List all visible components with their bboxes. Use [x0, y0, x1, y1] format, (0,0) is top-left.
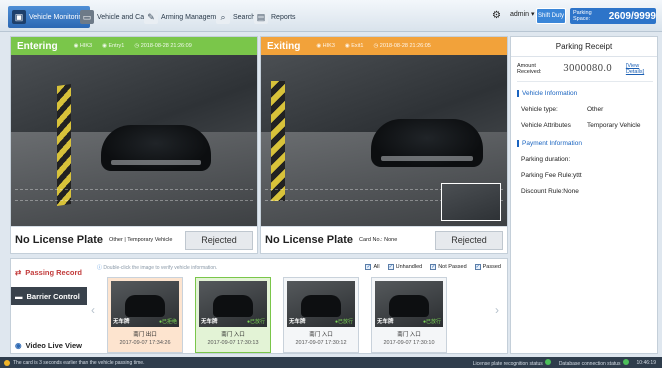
record-time: 2017-09-07 17:30:13: [207, 340, 259, 346]
lane-name: ◉ Exit1: [344, 43, 364, 49]
search-icon: ⌕: [216, 10, 230, 24]
tab-video-live-view[interactable]: ◉ Video Live View: [11, 337, 87, 353]
capture-time: ◷ 2018-08-28 21:26:09: [134, 43, 192, 49]
checkbox-icon: ✓: [474, 264, 481, 270]
checkbox-icon: ✓: [365, 264, 372, 270]
record-gate: 南门 入口: [309, 332, 333, 338]
record-plate: 无车牌: [289, 319, 306, 325]
fee-rule-row: Parking Fee Rule:yttt: [521, 172, 582, 179]
camera-name: ◉ HIK3: [73, 43, 93, 49]
record-plate: 无车牌: [201, 319, 218, 325]
record-status: ●已拒绝: [158, 319, 177, 325]
lpr-status: License plate recognition status: [473, 359, 551, 367]
entering-camera-view[interactable]: [11, 55, 257, 227]
record-time: 2017-09-07 17:30:10: [383, 340, 435, 346]
record-status: ●已放行: [246, 319, 265, 325]
exiting-title: Exiting: [267, 40, 301, 52]
discount-rule-row: Discount Rule:None: [521, 188, 579, 195]
record-gate: 南门 出口: [133, 332, 157, 338]
card-info: Card No.: None: [359, 237, 398, 243]
lane-name: ◉ Entry1: [102, 43, 125, 49]
record-gate: 南门 入口: [397, 332, 421, 338]
exit-thumbnail[interactable]: [441, 183, 501, 221]
passing-record-icon: ⇄: [15, 267, 22, 277]
view-details-link[interactable]: [View Details]: [626, 63, 657, 75]
parking-space-value: 2609/9999: [608, 10, 656, 22]
db-status: Database connection status: [559, 359, 629, 367]
nav-reports[interactable]: ▤ Reports: [250, 6, 300, 28]
entering-plate-row: No License Plate Other | Temporary Vehic…: [11, 226, 257, 253]
chevron-right-icon[interactable]: ›: [495, 303, 499, 317]
records-area: ⇄ Passing Record ▬ Barrier Control ◉ Vid…: [10, 258, 508, 354]
record-plate: 无车牌: [377, 319, 394, 325]
record-time: 2017-09-07 17:34:26: [119, 340, 171, 346]
car-card-icon: ▭: [80, 10, 94, 24]
monitor-icon: ▣: [12, 10, 26, 24]
entering-header: Entering ◉ HIK3 ◉ Entry1 ◷ 2018-08-28 21…: [11, 37, 257, 55]
check-icon: [544, 359, 551, 365]
parking-space-label: Parking Space:: [573, 10, 592, 22]
entering-title: Entering: [17, 40, 58, 52]
exiting-camera-view[interactable]: [261, 55, 507, 227]
record-card[interactable]: 无车牌 ●已放行 南门 入口 2017-09-07 17:30:13: [195, 277, 271, 353]
record-filters: ✓ All ✓ Unhandled ✓ Not Passed ✓ Passed: [365, 264, 501, 270]
info-icon: ⓘ: [97, 265, 103, 271]
exiting-header: Exiting ◉ HIK3 ◉ Exit1 ◷ 2018-08-28 21:2…: [261, 37, 507, 55]
record-card[interactable]: 无车牌 ●已放行 南门 入口 2017-09-07 17:30:12: [283, 277, 359, 353]
amount-value: 3000080.0: [563, 64, 612, 74]
record-gate: 南门 入口: [221, 332, 245, 338]
payment-info-heading: Payment Information: [517, 140, 582, 147]
capture-time: ◷ 2018-08-28 21:26:05: [373, 43, 431, 49]
plate-number: No License Plate: [15, 234, 104, 246]
nav-label: Reports: [271, 13, 296, 21]
tab-barrier-control[interactable]: ▬ Barrier Control: [11, 287, 87, 305]
double-click-hint: ⓘ Double-click the image to verify vehic…: [97, 265, 218, 271]
status-bar: The card is 3 seconds earlier than the v…: [0, 357, 662, 368]
warning-icon: [4, 359, 10, 366]
parking-duration-row: Parking duration:: [521, 156, 571, 163]
receipt-title: Parking Receipt: [511, 37, 657, 57]
top-toolbar: ▣ Vehicle Monitoring ▭ Vehicle and Card …: [0, 0, 662, 32]
gear-icon[interactable]: ⚙: [492, 10, 501, 21]
parking-receipt-panel: Parking Receipt Amount Received: 3000080…: [510, 36, 658, 354]
arming-icon: ✎: [144, 10, 158, 24]
vehicle-info-heading: Vehicle Information: [517, 90, 577, 97]
tab-passing-record[interactable]: ⇄ Passing Record: [11, 263, 87, 281]
plate-number: No License Plate: [265, 234, 354, 246]
vehicle-type-row: Vehicle type: Other: [521, 106, 604, 113]
camera-name: ◉ HIK3: [316, 43, 335, 49]
checkbox-icon: ✓: [387, 264, 394, 270]
filter-unhandled[interactable]: ✓ Unhandled: [387, 264, 422, 270]
filter-passed[interactable]: ✓ Passed: [474, 264, 501, 270]
user-name: admin: [510, 11, 530, 18]
rejected-button[interactable]: Rejected: [185, 230, 253, 250]
rejected-button[interactable]: Rejected: [435, 230, 503, 250]
check-icon: [622, 359, 629, 365]
record-status: ●已放行: [334, 319, 353, 325]
record-status: ●已放行: [422, 319, 441, 325]
entering-panel: Entering ◉ HIK3 ◉ Entry1 ◷ 2018-08-28 21…: [10, 36, 258, 254]
amount-label: Amount Received:: [517, 63, 542, 75]
vehicle-attributes-row: Vehicle Attributes Temporary Vehicle: [521, 122, 641, 129]
chevron-left-icon[interactable]: ‹: [91, 303, 95, 317]
filter-all[interactable]: ✓ All: [365, 264, 380, 270]
record-plate: 无车牌: [113, 319, 130, 325]
record-time: 2017-09-07 17:30:12: [295, 340, 347, 346]
reports-icon: ▤: [254, 10, 268, 24]
filter-not-passed[interactable]: ✓ Not Passed: [430, 264, 467, 270]
checkbox-icon: ✓: [430, 264, 437, 270]
record-card[interactable]: 无车牌 ●已放行 南门 入口 2017-09-07 17:30:10: [371, 277, 447, 353]
barrier-icon: ▬: [15, 291, 23, 301]
video-icon: ◉: [15, 340, 22, 350]
parking-space-counter: Parking Space: 2609/9999: [570, 8, 656, 24]
shift-duty-button[interactable]: Shift Duty: [536, 8, 566, 24]
status-message: The card is 3 seconds earlier than the v…: [13, 359, 145, 366]
record-card[interactable]: 无车牌 ●已拒绝 南门 出口 2017-09-07 17:34:26: [107, 277, 183, 353]
exiting-plate-row: No License Plate Card No.: None Rejected: [261, 226, 507, 253]
clock: 10:46:19: [636, 360, 656, 366]
user-menu[interactable]: admin ▾: [510, 10, 535, 18]
exiting-panel: Exiting ◉ HIK3 ◉ Exit1 ◷ 2018-08-28 21:2…: [260, 36, 508, 254]
vehicle-info: Other | Temporary Vehicle: [109, 237, 173, 243]
amount-row: Amount Received: 3000080.0 [View Details…: [517, 63, 657, 75]
